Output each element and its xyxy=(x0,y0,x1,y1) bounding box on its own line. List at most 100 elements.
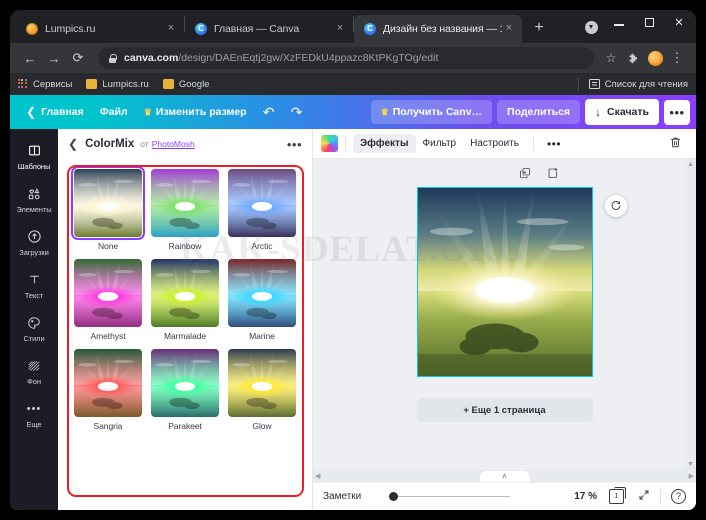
bookmark-item-services[interactable]: Сервисы xyxy=(18,79,72,90)
canvas-area[interactable]: + Еще 1 страница ▲ ▼ ◀ ▶ ˄ xyxy=(313,159,696,482)
filter-swatch[interactable]: Arctic xyxy=(228,169,296,251)
tab-adjust[interactable]: Настроить xyxy=(463,134,526,153)
chevron-left-icon[interactable]: ❮ xyxy=(68,137,78,151)
zoom-slider[interactable] xyxy=(389,492,511,501)
window-maximize-button[interactable] xyxy=(634,10,664,34)
tab-filter[interactable]: Фильтр xyxy=(416,134,464,153)
filter-swatch[interactable]: None xyxy=(70,165,146,251)
reading-list-button[interactable]: Список для чтения xyxy=(577,77,688,91)
browser-tab-canva-home[interactable]: C Главная — Canva × xyxy=(185,15,353,43)
lock-icon xyxy=(108,53,117,63)
panel-more-icon[interactable]: ••• xyxy=(287,137,302,152)
vertical-scrollbar[interactable]: ▲ ▼ xyxy=(685,159,696,470)
design-photo[interactable] xyxy=(416,187,593,377)
sidebar-item-text[interactable]: Текст xyxy=(10,264,58,307)
colormix-swatch-icon[interactable] xyxy=(321,135,338,152)
collapse-panel-button[interactable]: ˄ xyxy=(479,471,530,482)
bookmark-item-lumpics[interactable]: Lumpics.ru xyxy=(86,79,149,90)
filter-label: Sangria xyxy=(93,421,123,431)
reload-icon[interactable]: ⟳ xyxy=(66,46,90,70)
close-icon[interactable]: × xyxy=(502,22,516,36)
get-canva-pro-button[interactable]: ♛ Получить Canv… xyxy=(370,100,493,124)
filter-swatch[interactable]: Marmalade xyxy=(151,259,219,341)
browser-tab-design[interactable]: C Дизайн без названия — 1481 × xyxy=(354,15,522,43)
redo-icon[interactable]: ↷ xyxy=(284,100,310,124)
filter-preview xyxy=(151,169,219,237)
zoom-slider-knob[interactable] xyxy=(389,492,399,501)
file-menu-button[interactable]: Файл xyxy=(92,101,136,123)
page-count-badge[interactable]: 1 xyxy=(609,487,626,504)
window-close-button[interactable]: ✕ xyxy=(664,10,694,34)
filter-swatch[interactable]: Marine xyxy=(228,259,296,341)
home-button[interactable]: ❮ Главная xyxy=(18,100,92,124)
scroll-left-icon[interactable]: ◀ xyxy=(315,472,320,480)
browser-menu-icon[interactable]: ⋮ xyxy=(666,47,688,69)
toolbar-more-icon[interactable]: ••• xyxy=(541,134,567,154)
apps-grid-icon xyxy=(18,79,28,89)
download-icon: ↓ xyxy=(595,105,602,119)
filter-preview xyxy=(228,349,296,417)
profile-chip-button[interactable] xyxy=(578,14,604,40)
bookmark-item-google[interactable]: Google xyxy=(162,79,209,90)
forward-icon[interactable]: → xyxy=(42,46,66,70)
upload-icon xyxy=(27,228,42,245)
filter-swatch[interactable]: Amethyst xyxy=(74,259,142,341)
add-page-icon[interactable] xyxy=(547,167,559,182)
sidebar-item-templates[interactable]: Шаблоны xyxy=(10,135,58,178)
more-options-button[interactable]: ••• xyxy=(664,99,690,125)
notes-button[interactable]: Заметки xyxy=(323,491,361,502)
window-minimize-button[interactable] xyxy=(604,10,634,34)
sidebar-label: Стили xyxy=(23,334,45,343)
zoom-slider-track[interactable] xyxy=(398,495,511,498)
sidebar-label: Фон xyxy=(27,377,41,386)
rotate-icon[interactable] xyxy=(604,195,627,217)
share-button[interactable]: Поделиться xyxy=(497,100,581,124)
profile-avatar[interactable] xyxy=(644,47,666,69)
undo-icon[interactable]: ↶ xyxy=(256,100,282,124)
sidebar-item-more[interactable]: ••• Еще xyxy=(10,393,58,436)
divider xyxy=(532,136,534,151)
templates-icon xyxy=(28,142,41,159)
bookmark-label: Сервисы xyxy=(33,78,73,90)
add-page-button[interactable]: + Еще 1 страница xyxy=(416,398,593,422)
sidebar-label: Шаблоны xyxy=(17,162,51,171)
sidebar-label: Еще xyxy=(26,420,42,429)
panel-header: ❮ ColorMix от PhotoMosh ••• xyxy=(58,129,312,159)
download-button[interactable]: ↓ Скачать xyxy=(585,99,659,125)
close-icon[interactable]: × xyxy=(333,22,347,36)
bookmark-star-icon[interactable]: ☆ xyxy=(600,47,622,69)
tab-title: Главная — Canva xyxy=(214,23,300,35)
address-bar[interactable]: canva.com/design/DAEnEqtj2gw/XzFEDkU4ppa… xyxy=(98,47,594,69)
trash-icon[interactable] xyxy=(663,136,688,152)
divider xyxy=(345,136,346,151)
filter-swatch[interactable]: Sangria xyxy=(74,349,142,431)
scroll-right-icon[interactable]: ▶ xyxy=(689,472,694,480)
browser-tab-lumpics[interactable]: Lumpics.ru × xyxy=(16,15,184,43)
help-icon[interactable]: ? xyxy=(671,489,686,504)
scroll-down-icon[interactable]: ▼ xyxy=(687,461,694,468)
sidebar-item-elements[interactable]: Элементы xyxy=(10,178,58,221)
new-tab-button[interactable]: + xyxy=(526,15,552,41)
tab-effects[interactable]: Эффекты xyxy=(353,134,416,153)
close-icon[interactable]: × xyxy=(164,22,178,36)
expand-icon[interactable] xyxy=(638,489,650,504)
scroll-up-icon[interactable]: ▲ xyxy=(687,161,694,168)
back-icon[interactable]: ← xyxy=(18,46,42,70)
filter-label: Rainbow xyxy=(168,241,202,251)
sidebar-label: Элементы xyxy=(16,205,52,214)
sidebar-item-background[interactable]: Фон xyxy=(10,350,58,393)
filter-swatch[interactable]: Rainbow xyxy=(151,169,219,251)
sidebar-item-styles[interactable]: Стили xyxy=(10,307,58,350)
avatar xyxy=(647,50,663,66)
sidebar-item-uploads[interactable]: Загрузки xyxy=(10,221,58,264)
extensions-icon[interactable] xyxy=(622,47,644,69)
canva-body: Шаблоны Элементы Загрузки Текст Стили Фо… xyxy=(10,129,696,510)
crown-icon: ♛ xyxy=(143,106,152,117)
filter-swatch[interactable]: Glow xyxy=(228,349,296,431)
reading-list-label: Список для чтения xyxy=(604,78,688,90)
panel-author-link[interactable]: PhotoMosh xyxy=(152,139,195,149)
resize-button[interactable]: ♛ Изменить размер xyxy=(136,101,255,123)
duplicate-icon[interactable] xyxy=(519,167,531,182)
filter-swatch[interactable]: Parakeet xyxy=(151,349,219,431)
selected-image-frame[interactable] xyxy=(416,187,627,377)
